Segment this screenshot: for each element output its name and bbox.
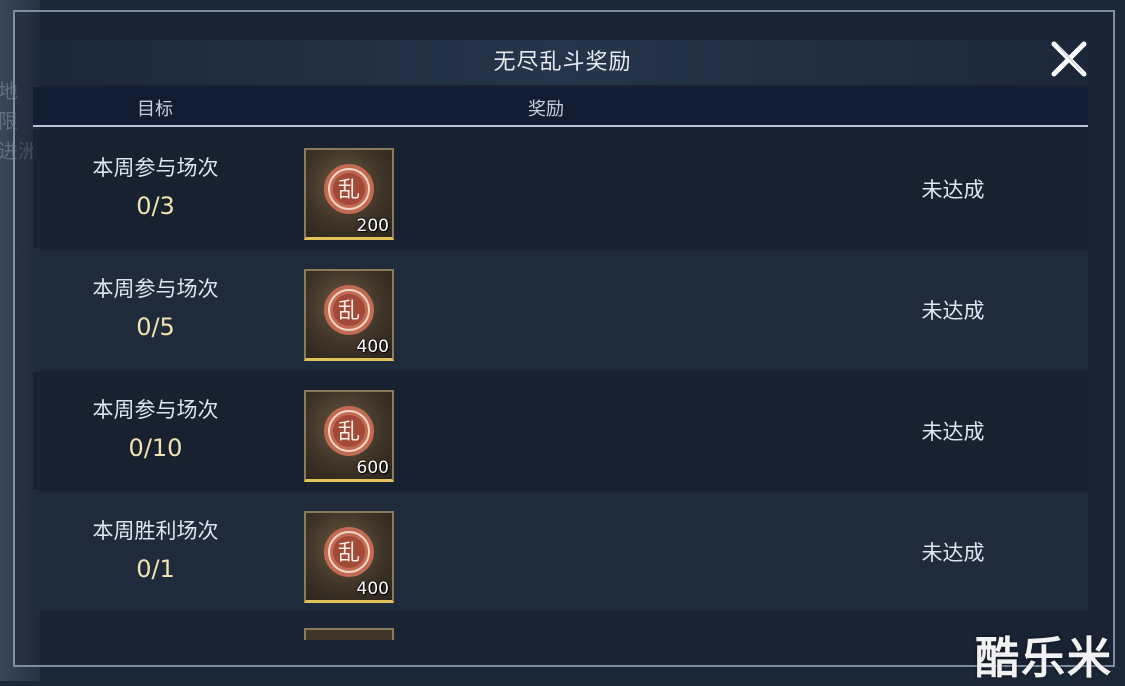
reward-row: 本周参与场次 0/5 乱 400 未达成: [33, 251, 1088, 369]
reward-item[interactable]: 乱 600: [304, 390, 394, 482]
reward-item[interactable]: 乱 400: [304, 511, 394, 603]
luan-coin-icon: 乱: [324, 406, 374, 456]
reward-quantity: 400: [356, 337, 389, 357]
status-label: 未达成: [921, 299, 985, 323]
progress-value: 0/3: [136, 192, 175, 220]
svg-text:乱: 乱: [338, 541, 360, 566]
reward-quantity: 400: [356, 579, 389, 599]
reward-row: 本周胜利场次 0/1 乱 400 未达成: [33, 493, 1088, 611]
column-reward: 奖励: [528, 99, 564, 120]
svg-text:乱: 乱: [338, 178, 360, 203]
column-header: 目标 奖励: [33, 87, 1088, 127]
reward-quantity: 600: [356, 458, 389, 478]
progress-value: 0/10: [128, 434, 183, 462]
status-label: 未达成: [921, 541, 985, 565]
column-target: 目标: [137, 99, 173, 120]
watermark-logo: 酷乐米: [975, 633, 1113, 684]
partial-reward-item: [304, 628, 394, 640]
svg-text:乱: 乱: [338, 299, 360, 324]
luan-coin-icon: 乱: [324, 164, 374, 214]
reward-row: 本周参与场次 0/3 乱 200 未达成: [33, 130, 1088, 248]
goal-label: 本周参与场次: [92, 398, 219, 422]
progress-value: 0/5: [136, 313, 175, 341]
reward-row: 本周参与场次 0/10 乱 600 未达成: [33, 372, 1088, 490]
goal-label: 本周参与场次: [92, 277, 219, 301]
luan-coin-icon: 乱: [324, 285, 374, 335]
reward-quantity: 200: [356, 216, 389, 236]
goal-label: 本周胜利场次: [92, 519, 219, 543]
goal-label: 本周参与场次: [92, 156, 219, 180]
close-icon[interactable]: [1048, 38, 1090, 80]
svg-text:乱: 乱: [338, 420, 360, 445]
luan-coin-icon: 乱: [324, 527, 374, 577]
reward-item[interactable]: 乱 400: [304, 269, 394, 361]
reward-item[interactable]: 乱 200: [304, 148, 394, 240]
dialog-title: 无尽乱斗奖励: [493, 50, 632, 75]
status-label: 未达成: [921, 420, 985, 444]
status-label: 未达成: [921, 178, 985, 202]
progress-value: 0/1: [136, 555, 175, 583]
